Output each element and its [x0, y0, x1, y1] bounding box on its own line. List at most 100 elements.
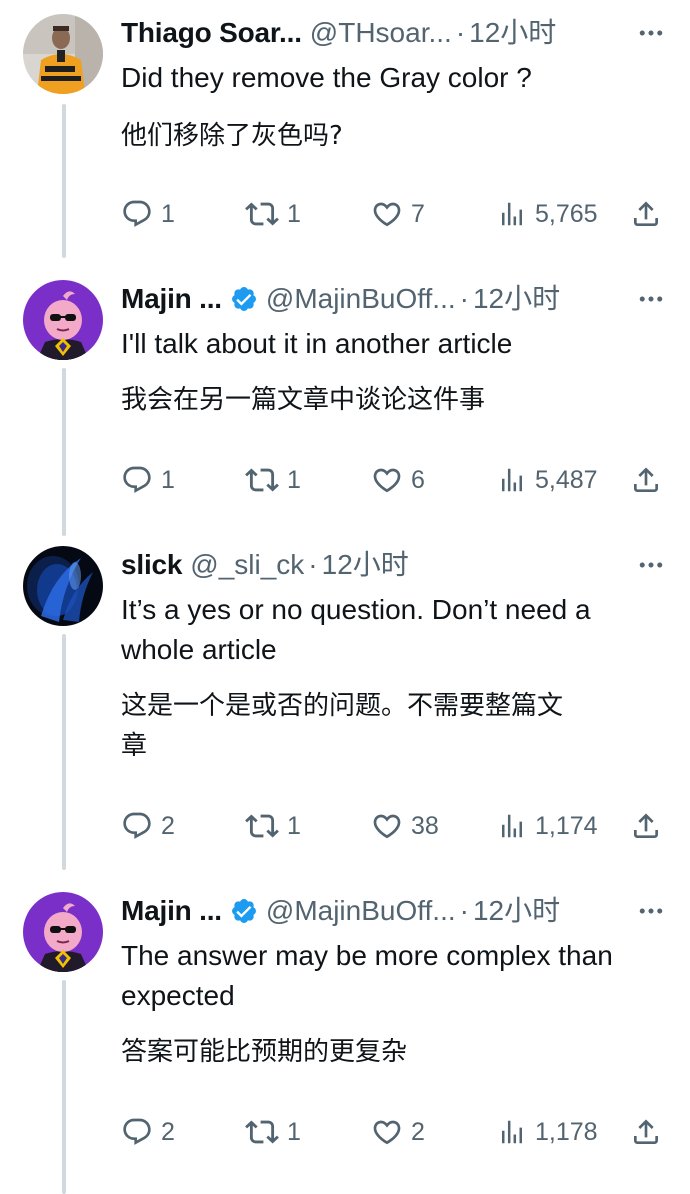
separator-dot: · — [308, 549, 318, 580]
retweet-count: 1 — [287, 1117, 301, 1146]
share-button[interactable] — [630, 460, 662, 500]
views-icon — [497, 811, 527, 841]
author-handle[interactable]: @_sli_ck — [190, 548, 304, 582]
reply-tweet[interactable]: slick @_sli_ck · 12小时 It’s a yes or no q… — [0, 546, 690, 846]
reply-count: 1 — [161, 465, 175, 494]
author-handle[interactable]: @MajinBuOff... — [266, 894, 456, 928]
separator-dot: · — [459, 283, 469, 314]
author-handle[interactable]: @MajinBuOff... — [266, 282, 456, 316]
retweet-icon — [245, 1115, 279, 1149]
retweet-icon — [245, 197, 279, 231]
views-button[interactable]: 5,765 — [497, 194, 598, 234]
author-name[interactable]: Majin ... — [121, 282, 222, 316]
views-icon — [497, 465, 527, 495]
share-icon — [630, 464, 662, 496]
reply-thread: Thiago Soar... @THsoar... · 12小时 Did the… — [0, 0, 690, 1194]
reply-icon — [121, 198, 153, 230]
tweet-text: Did they remove the Gray color ? — [121, 58, 670, 98]
tweet-text-original: Did they remove the Gray color ? — [121, 62, 532, 93]
author-name[interactable]: Thiago Soar... — [121, 16, 302, 50]
timestamp[interactable]: 12小时 — [469, 16, 556, 50]
retweet-count: 1 — [287, 811, 301, 840]
share-button[interactable] — [630, 194, 662, 234]
tweet-translation: 这是一个是或否的问题。不需要整篇文 章 — [121, 686, 670, 766]
share-icon — [630, 810, 662, 842]
separator-dot: · — [455, 17, 466, 48]
reply-button[interactable]: 1 — [121, 460, 175, 500]
views-count: 5,765 — [535, 199, 598, 228]
more-icon[interactable] — [630, 16, 666, 50]
action-bar: 2 1 38 1,174 — [121, 806, 662, 846]
views-button[interactable]: 1,178 — [497, 1112, 598, 1152]
reply-tweet[interactable]: Thiago Soar... @THsoar... · 12小时 Did the… — [0, 14, 690, 244]
views-icon — [497, 1117, 527, 1147]
action-bar: 1 1 6 5,487 — [121, 460, 662, 500]
like-button[interactable]: 2 — [371, 1112, 425, 1152]
like-icon — [371, 1116, 403, 1148]
reply-tweet[interactable]: Majin ... @MajinBuOff... · 12小时 The answ… — [0, 892, 690, 1172]
share-button[interactable] — [630, 1112, 662, 1152]
views-icon — [497, 199, 527, 229]
retweet-button[interactable]: 1 — [245, 1112, 301, 1152]
tweet-translation-line: 章 — [121, 731, 148, 761]
views-count: 1,178 — [535, 1117, 598, 1146]
reply-tweet[interactable]: Majin ... @MajinBuOff... · 12小时 I'll tal… — [0, 280, 690, 510]
more-icon[interactable] — [630, 894, 666, 928]
tweet-text: It’s a yes or no question. Don’t need a … — [121, 590, 670, 670]
verified-badge-icon — [230, 285, 258, 313]
tweet-text-original-line: The answer may be more complex than — [121, 940, 613, 971]
verified-badge-icon — [230, 897, 258, 925]
timestamp[interactable]: 12小时 — [473, 894, 560, 928]
tweet-translation: 他们移除了灰色吗? — [121, 121, 343, 151]
like-icon — [371, 810, 403, 842]
tweet-text-original: I'll talk about it in another article — [121, 328, 513, 359]
share-icon — [630, 1116, 662, 1148]
share-button[interactable] — [630, 806, 662, 846]
like-button[interactable]: 7 — [371, 194, 425, 234]
like-count: 2 — [411, 1117, 425, 1146]
reply-button[interactable]: 2 — [121, 806, 175, 846]
reply-count: 2 — [161, 1117, 175, 1146]
avatar-majin[interactable] — [23, 892, 103, 972]
more-icon[interactable] — [630, 548, 666, 582]
share-icon — [630, 198, 662, 230]
tweet-text-original-line: expected — [121, 980, 235, 1011]
like-button[interactable]: 6 — [371, 460, 425, 500]
views-button[interactable]: 5,487 — [497, 460, 598, 500]
tweet-text-original-line: It’s a yes or no question. Don’t need a — [121, 594, 591, 625]
reply-button[interactable]: 2 — [121, 1112, 175, 1152]
tweet-translation: 答案可能比预期的更复杂 — [121, 1037, 408, 1067]
more-icon[interactable] — [630, 282, 666, 316]
views-count: 5,487 — [535, 465, 598, 494]
retweet-button[interactable]: 1 — [245, 194, 301, 234]
like-count: 7 — [411, 199, 425, 228]
retweet-button[interactable]: 1 — [245, 460, 301, 500]
author-name[interactable]: slick — [121, 548, 182, 582]
retweet-button[interactable]: 1 — [245, 806, 301, 846]
views-button[interactable]: 1,174 — [497, 806, 598, 846]
retweet-count: 1 — [287, 199, 301, 228]
separator-dot: · — [459, 895, 469, 926]
like-icon — [371, 198, 403, 230]
avatar-slick[interactable] — [23, 546, 103, 626]
timestamp[interactable]: 12小时 — [322, 548, 409, 582]
reply-count: 1 — [161, 199, 175, 228]
author-handle[interactable]: @THsoar... — [310, 16, 452, 50]
avatar-thiago[interactable] — [23, 14, 103, 94]
views-count: 1,174 — [535, 811, 598, 840]
tweet-text-original-line: whole article — [121, 634, 277, 665]
reply-icon — [121, 810, 153, 842]
reply-button[interactable]: 1 — [121, 194, 175, 234]
avatar-majin[interactable] — [23, 280, 103, 360]
author-name[interactable]: Majin ... — [121, 894, 222, 928]
tweet-text: The answer may be more complex than expe… — [121, 936, 670, 1016]
retweet-count: 1 — [287, 465, 301, 494]
reply-icon — [121, 1116, 153, 1148]
like-button[interactable]: 38 — [371, 806, 439, 846]
like-count: 6 — [411, 465, 425, 494]
tweet-text: I'll talk about it in another article — [121, 324, 670, 364]
reply-icon — [121, 464, 153, 496]
action-bar: 1 1 7 5,765 — [121, 194, 662, 234]
timestamp[interactable]: 12小时 — [473, 282, 560, 316]
action-bar: 2 1 2 1,178 — [121, 1112, 662, 1152]
